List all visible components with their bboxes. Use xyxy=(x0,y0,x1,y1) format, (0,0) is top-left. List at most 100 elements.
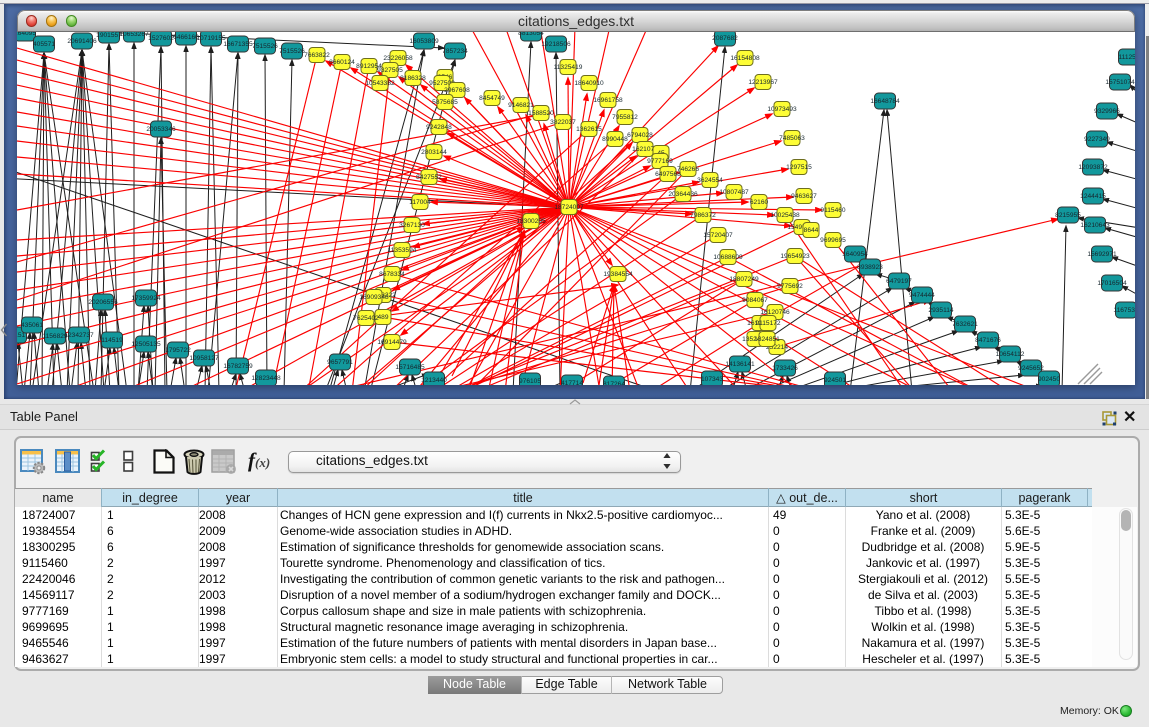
svg-text:10958127: 10958127 xyxy=(189,355,219,362)
svg-text:1244415: 1244415 xyxy=(1080,193,1106,200)
svg-text:9474444: 9474444 xyxy=(909,292,935,299)
svg-text:1527602: 1527602 xyxy=(148,35,174,42)
svg-text:7857234: 7857234 xyxy=(442,48,468,55)
svg-text:20206556: 20206556 xyxy=(88,299,118,306)
svg-text:12213967: 12213967 xyxy=(748,79,778,86)
svg-text:7625402: 7625402 xyxy=(353,315,379,322)
svg-text:15692971: 15692971 xyxy=(1087,251,1117,258)
svg-text:18807249: 18807249 xyxy=(729,276,759,283)
svg-text:8644: 8644 xyxy=(804,227,819,234)
svg-text:117004: 117004 xyxy=(409,199,431,206)
svg-text:16210643: 16210643 xyxy=(1080,222,1110,229)
svg-text:17016504: 17016504 xyxy=(1097,280,1127,287)
svg-text:107343: 107343 xyxy=(701,376,723,383)
svg-text:62160: 62160 xyxy=(750,199,769,206)
svg-text:9777169: 9777169 xyxy=(647,158,673,165)
svg-text:16053809: 16053809 xyxy=(409,38,439,45)
svg-text:20053346: 20053346 xyxy=(146,126,176,133)
svg-text:3624554: 3624554 xyxy=(697,177,723,184)
svg-text:1324851: 1324851 xyxy=(754,336,780,343)
svg-text:20364436: 20364436 xyxy=(668,191,698,198)
svg-text:15720407: 15720407 xyxy=(703,232,733,239)
svg-text:17359924: 17359924 xyxy=(131,295,161,302)
svg-text:1167533: 1167533 xyxy=(1113,307,1135,314)
svg-text:2935114: 2935114 xyxy=(928,307,954,314)
svg-text:18640910: 18640910 xyxy=(574,80,604,87)
svg-text:8678334: 8678334 xyxy=(379,271,405,278)
svg-text:1297515: 1297515 xyxy=(786,164,812,171)
svg-text:23226058: 23226058 xyxy=(383,55,413,62)
svg-text:10719155: 10719155 xyxy=(196,35,226,42)
svg-text:3267130: 3267130 xyxy=(399,222,425,229)
svg-text:10543382: 10543382 xyxy=(365,80,395,87)
svg-text:924501: 924501 xyxy=(824,377,846,384)
svg-text:10973493: 10973493 xyxy=(767,106,797,113)
svg-text:15751074: 15751074 xyxy=(1105,79,1135,86)
svg-text:6479197: 6479197 xyxy=(886,278,912,285)
svg-text:16671355: 16671355 xyxy=(223,41,253,48)
svg-text:8427552: 8427552 xyxy=(416,174,442,181)
svg-text:7955812: 7955812 xyxy=(612,114,638,121)
svg-text:8660124: 8660124 xyxy=(329,59,355,66)
svg-text:405571: 405571 xyxy=(33,41,55,48)
svg-text:417714: 417714 xyxy=(561,380,583,385)
svg-text:7515526: 7515526 xyxy=(252,43,278,50)
svg-text:18300295: 18300295 xyxy=(516,218,546,225)
svg-text:2967608: 2967608 xyxy=(444,87,470,94)
svg-text:7986372: 7986372 xyxy=(690,212,716,219)
svg-text:9775692: 9775692 xyxy=(777,283,803,290)
svg-text:19218506: 19218506 xyxy=(541,41,571,48)
svg-text:16648784: 16648784 xyxy=(870,98,900,105)
svg-text:16914479: 16914479 xyxy=(377,339,407,346)
svg-text:9242848: 9242848 xyxy=(426,124,452,131)
svg-text:1901557: 1901557 xyxy=(96,32,122,39)
svg-text:8215955: 8215955 xyxy=(1055,212,1081,219)
svg-text:6794028: 6794028 xyxy=(627,132,653,139)
svg-text:7663822: 7663822 xyxy=(304,52,330,59)
svg-text:7515526: 7515526 xyxy=(279,48,305,55)
svg-text:10653267: 10653267 xyxy=(119,32,149,38)
svg-text:111256: 111256 xyxy=(1118,54,1135,61)
svg-text:3822037: 3822037 xyxy=(550,119,576,126)
svg-text:9329966: 9329966 xyxy=(1094,108,1120,115)
svg-text:489: 489 xyxy=(377,314,388,321)
svg-text:11325419: 11325419 xyxy=(554,64,583,71)
svg-text:114519: 114519 xyxy=(101,337,123,344)
svg-text:164095: 164095 xyxy=(17,32,36,37)
svg-text:1640954: 1640954 xyxy=(842,251,868,258)
svg-text:2087682: 2087682 xyxy=(712,35,738,42)
svg-text:8813054: 8813054 xyxy=(518,32,544,37)
svg-text:10025438: 10025438 xyxy=(770,212,800,219)
svg-text:19654923: 19654923 xyxy=(780,253,810,260)
svg-text:976105: 976105 xyxy=(519,378,541,385)
svg-text:10807487: 10807487 xyxy=(719,189,749,196)
svg-text:8471676: 8471676 xyxy=(975,337,1001,344)
svg-text:11353594: 11353594 xyxy=(388,247,417,254)
svg-text:817264: 817264 xyxy=(603,381,625,385)
svg-text:12823448: 12823448 xyxy=(251,375,281,382)
svg-text:16961758: 16961758 xyxy=(593,97,623,104)
svg-text:7632621: 7632621 xyxy=(952,321,978,328)
svg-text:6497568: 6497568 xyxy=(655,171,681,178)
svg-text:8186328: 8186328 xyxy=(400,75,426,82)
svg-text:1588520: 1588520 xyxy=(528,110,554,117)
svg-text:19384554: 19384554 xyxy=(603,271,633,278)
svg-text:9115172: 9115172 xyxy=(755,320,781,327)
svg-text:1362615: 1362615 xyxy=(576,126,602,133)
svg-text:9463627: 9463627 xyxy=(791,193,817,200)
svg-text:12505135: 12505135 xyxy=(131,341,161,348)
svg-text:15716485: 15716485 xyxy=(395,364,425,371)
svg-text:10654112: 10654112 xyxy=(996,351,1025,358)
svg-text:20691406: 20691406 xyxy=(67,38,97,45)
svg-text:9327505: 9327505 xyxy=(377,67,403,74)
svg-text:9657791: 9657791 xyxy=(327,359,353,366)
svg-text:2803144: 2803144 xyxy=(421,149,447,156)
svg-text:1213440: 1213440 xyxy=(421,377,447,384)
svg-text:435061: 435061 xyxy=(21,322,43,329)
svg-text:1733426: 1733426 xyxy=(772,365,798,372)
svg-text:10688609: 10688609 xyxy=(713,254,743,261)
svg-text:902450: 902450 xyxy=(1038,376,1060,383)
svg-text:18724007: 18724007 xyxy=(554,204,584,211)
svg-text:8938923: 8938923 xyxy=(857,264,883,271)
svg-text:9227349: 9227349 xyxy=(1084,136,1110,143)
